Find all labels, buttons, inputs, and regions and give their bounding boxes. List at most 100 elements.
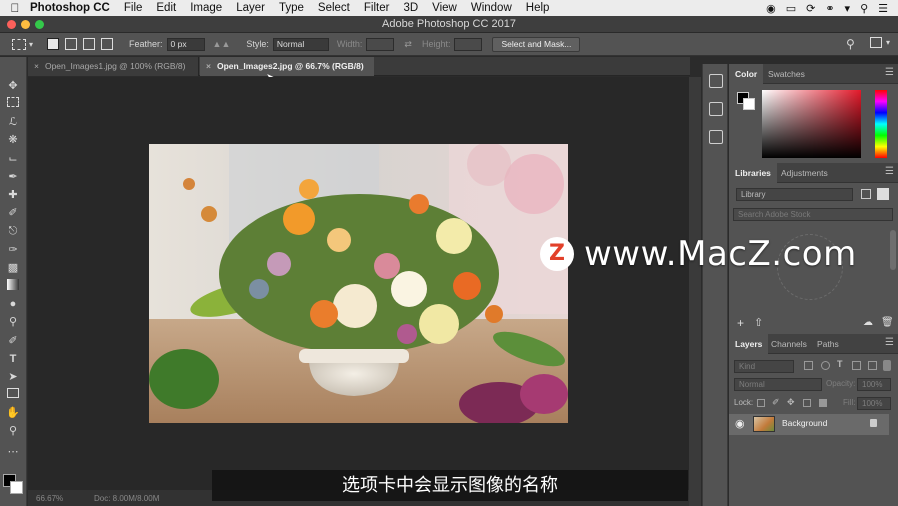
tab-paths[interactable]: Paths [811,334,845,354]
add-selection-icon[interactable] [65,38,78,50]
fill-input[interactable]: 100% [857,397,891,410]
filter-toggle-icon[interactable] [883,360,891,371]
background-color-swatch[interactable] [10,481,23,494]
tab-open-images-2[interactable]: × Open_Images2.jpg @ 66.7% (RGB/8) [200,57,374,76]
screen-record-icon[interactable]: ◉ [766,2,776,15]
chevron-down-icon[interactable]: ▾ [886,38,890,47]
lock-position-icon[interactable]: ✥ [787,397,795,408]
eyedropper-tool-icon[interactable]: ✒ [5,170,21,184]
intersect-selection-icon[interactable] [101,38,114,50]
clone-stamp-tool-icon[interactable]: ⎋ [5,224,21,238]
lasso-tool-icon[interactable]: ℒ [5,115,21,129]
lock-pixels-icon[interactable]: ✐ [772,397,780,408]
visibility-eye-icon[interactable]: ◉ [735,417,745,430]
menu-file[interactable]: File [124,2,143,14]
panel-scrollbar[interactable] [890,230,896,270]
tab-channels[interactable]: Channels [765,334,813,354]
display-icon[interactable]: ▭ [786,2,796,15]
menu-window[interactable]: Window [471,2,512,14]
notification-center-icon[interactable]: ☰ [878,2,888,15]
gradient-tool-icon[interactable] [7,279,19,290]
canvas-scrollbar[interactable] [689,77,701,506]
menu-help[interactable]: Help [526,2,550,14]
dodge-tool-icon[interactable]: ⚲ [5,315,21,329]
add-library-icon[interactable]: + [737,316,744,330]
close-tab-icon[interactable]: × [206,61,211,71]
swap-icon[interactable]: ⇄ [404,39,412,50]
cloud-sync-icon[interactable]: ☁ [863,317,873,328]
panel-menu-icon[interactable]: ☰ [885,166,894,177]
tab-color[interactable]: Color [729,64,764,84]
filter-shape-icon[interactable] [852,361,861,370]
style-select[interactable]: Normal [272,37,329,51]
zoom-window-button[interactable] [35,20,44,29]
blend-mode-select[interactable]: Normal [734,378,822,391]
close-tab-icon[interactable]: × [34,61,39,71]
path-selection-tool-icon[interactable]: ➤ [5,370,21,384]
filter-pixel-icon[interactable] [804,361,813,370]
properties-icon[interactable] [709,102,723,116]
eraser-tool-icon[interactable]: ▩ [5,261,21,275]
close-window-button[interactable] [7,20,16,29]
app-menu[interactable]: Photoshop CC [30,2,110,14]
pen-tool-icon[interactable]: ✐ [5,334,21,348]
menu-3d[interactable]: 3D [403,2,418,14]
menu-edit[interactable]: Edit [156,2,176,14]
tab-adjustments[interactable]: Adjustments [775,163,834,183]
rectangular-marquee-tool-icon[interactable] [7,97,19,107]
trash-icon[interactable]: 🗑 [881,317,894,328]
new-selection-icon[interactable] [47,38,60,50]
zoom-tool-icon[interactable]: ⚲ [5,424,21,438]
brush-tool-icon[interactable]: ✐ [5,206,21,220]
layer-row-background[interactable]: ◉ Background [729,414,889,435]
opacity-input[interactable]: 100% [857,378,891,391]
upload-icon[interactable]: ⇧ [754,316,763,329]
apple-icon[interactable]:  [0,1,30,15]
subtract-selection-icon[interactable] [83,38,96,50]
grid-view-icon[interactable] [861,189,871,199]
lock-transparent-icon[interactable] [757,399,765,407]
menu-image[interactable]: Image [190,2,222,14]
panel-menu-icon[interactable]: ☰ [885,337,894,348]
history-icon[interactable] [709,74,723,88]
document-canvas[interactable] [28,77,689,506]
library-search-input[interactable]: Search Adobe Stock [733,208,893,221]
crop-tool-icon[interactable]: ⌙ [5,152,21,166]
height-input[interactable] [454,37,483,51]
paths-icon[interactable] [709,130,723,144]
filter-adjustment-icon[interactable] [821,361,830,370]
search-icon[interactable]: ⚲ [846,37,855,51]
feather-input[interactable]: 0 px [166,37,205,51]
menu-layer[interactable]: Layer [236,2,265,14]
hand-tool-icon[interactable]: ✋ [5,406,21,420]
width-input[interactable] [366,37,395,51]
workspace-icon[interactable] [870,37,882,48]
hue-slider[interactable] [875,90,887,158]
wifi-icon[interactable]: ▾ [845,2,851,15]
tab-layers[interactable]: Layers [729,334,769,354]
lock-all-icon[interactable] [819,399,827,407]
move-tool-icon[interactable]: ✥ [5,79,21,93]
filter-type-icon[interactable]: T [837,359,843,369]
history-brush-tool-icon[interactable]: ✑ [5,243,21,257]
menu-filter[interactable]: Filter [364,2,390,14]
minimize-window-button[interactable] [21,20,30,29]
healing-brush-tool-icon[interactable]: ✚ [5,188,21,202]
tab-libraries[interactable]: Libraries [729,163,777,183]
marquee-preset-icon[interactable] [12,38,26,50]
background-color-chip[interactable] [743,98,755,110]
spotlight-icon[interactable]: ⚲ [860,2,868,15]
sync-icon[interactable]: ⟳ [806,2,815,15]
library-select[interactable]: Library [736,188,853,201]
menu-type[interactable]: Type [279,2,304,14]
list-view-icon[interactable] [877,188,889,200]
blur-tool-icon[interactable]: ● [5,297,21,311]
quick-selection-tool-icon[interactable]: ❋ [5,133,21,147]
anti-alias-icon[interactable]: ▲▲ [213,39,231,49]
creative-cloud-icon[interactable]: ⚭ [825,2,834,15]
menu-view[interactable]: View [432,2,457,14]
rectangle-tool-icon[interactable] [7,388,19,398]
zoom-level[interactable]: 66.67% [36,494,84,503]
tab-open-images-1[interactable]: × Open_Images1.jpg @ 100% (RGB/8) [28,57,199,76]
type-tool-icon[interactable]: T [5,352,21,366]
